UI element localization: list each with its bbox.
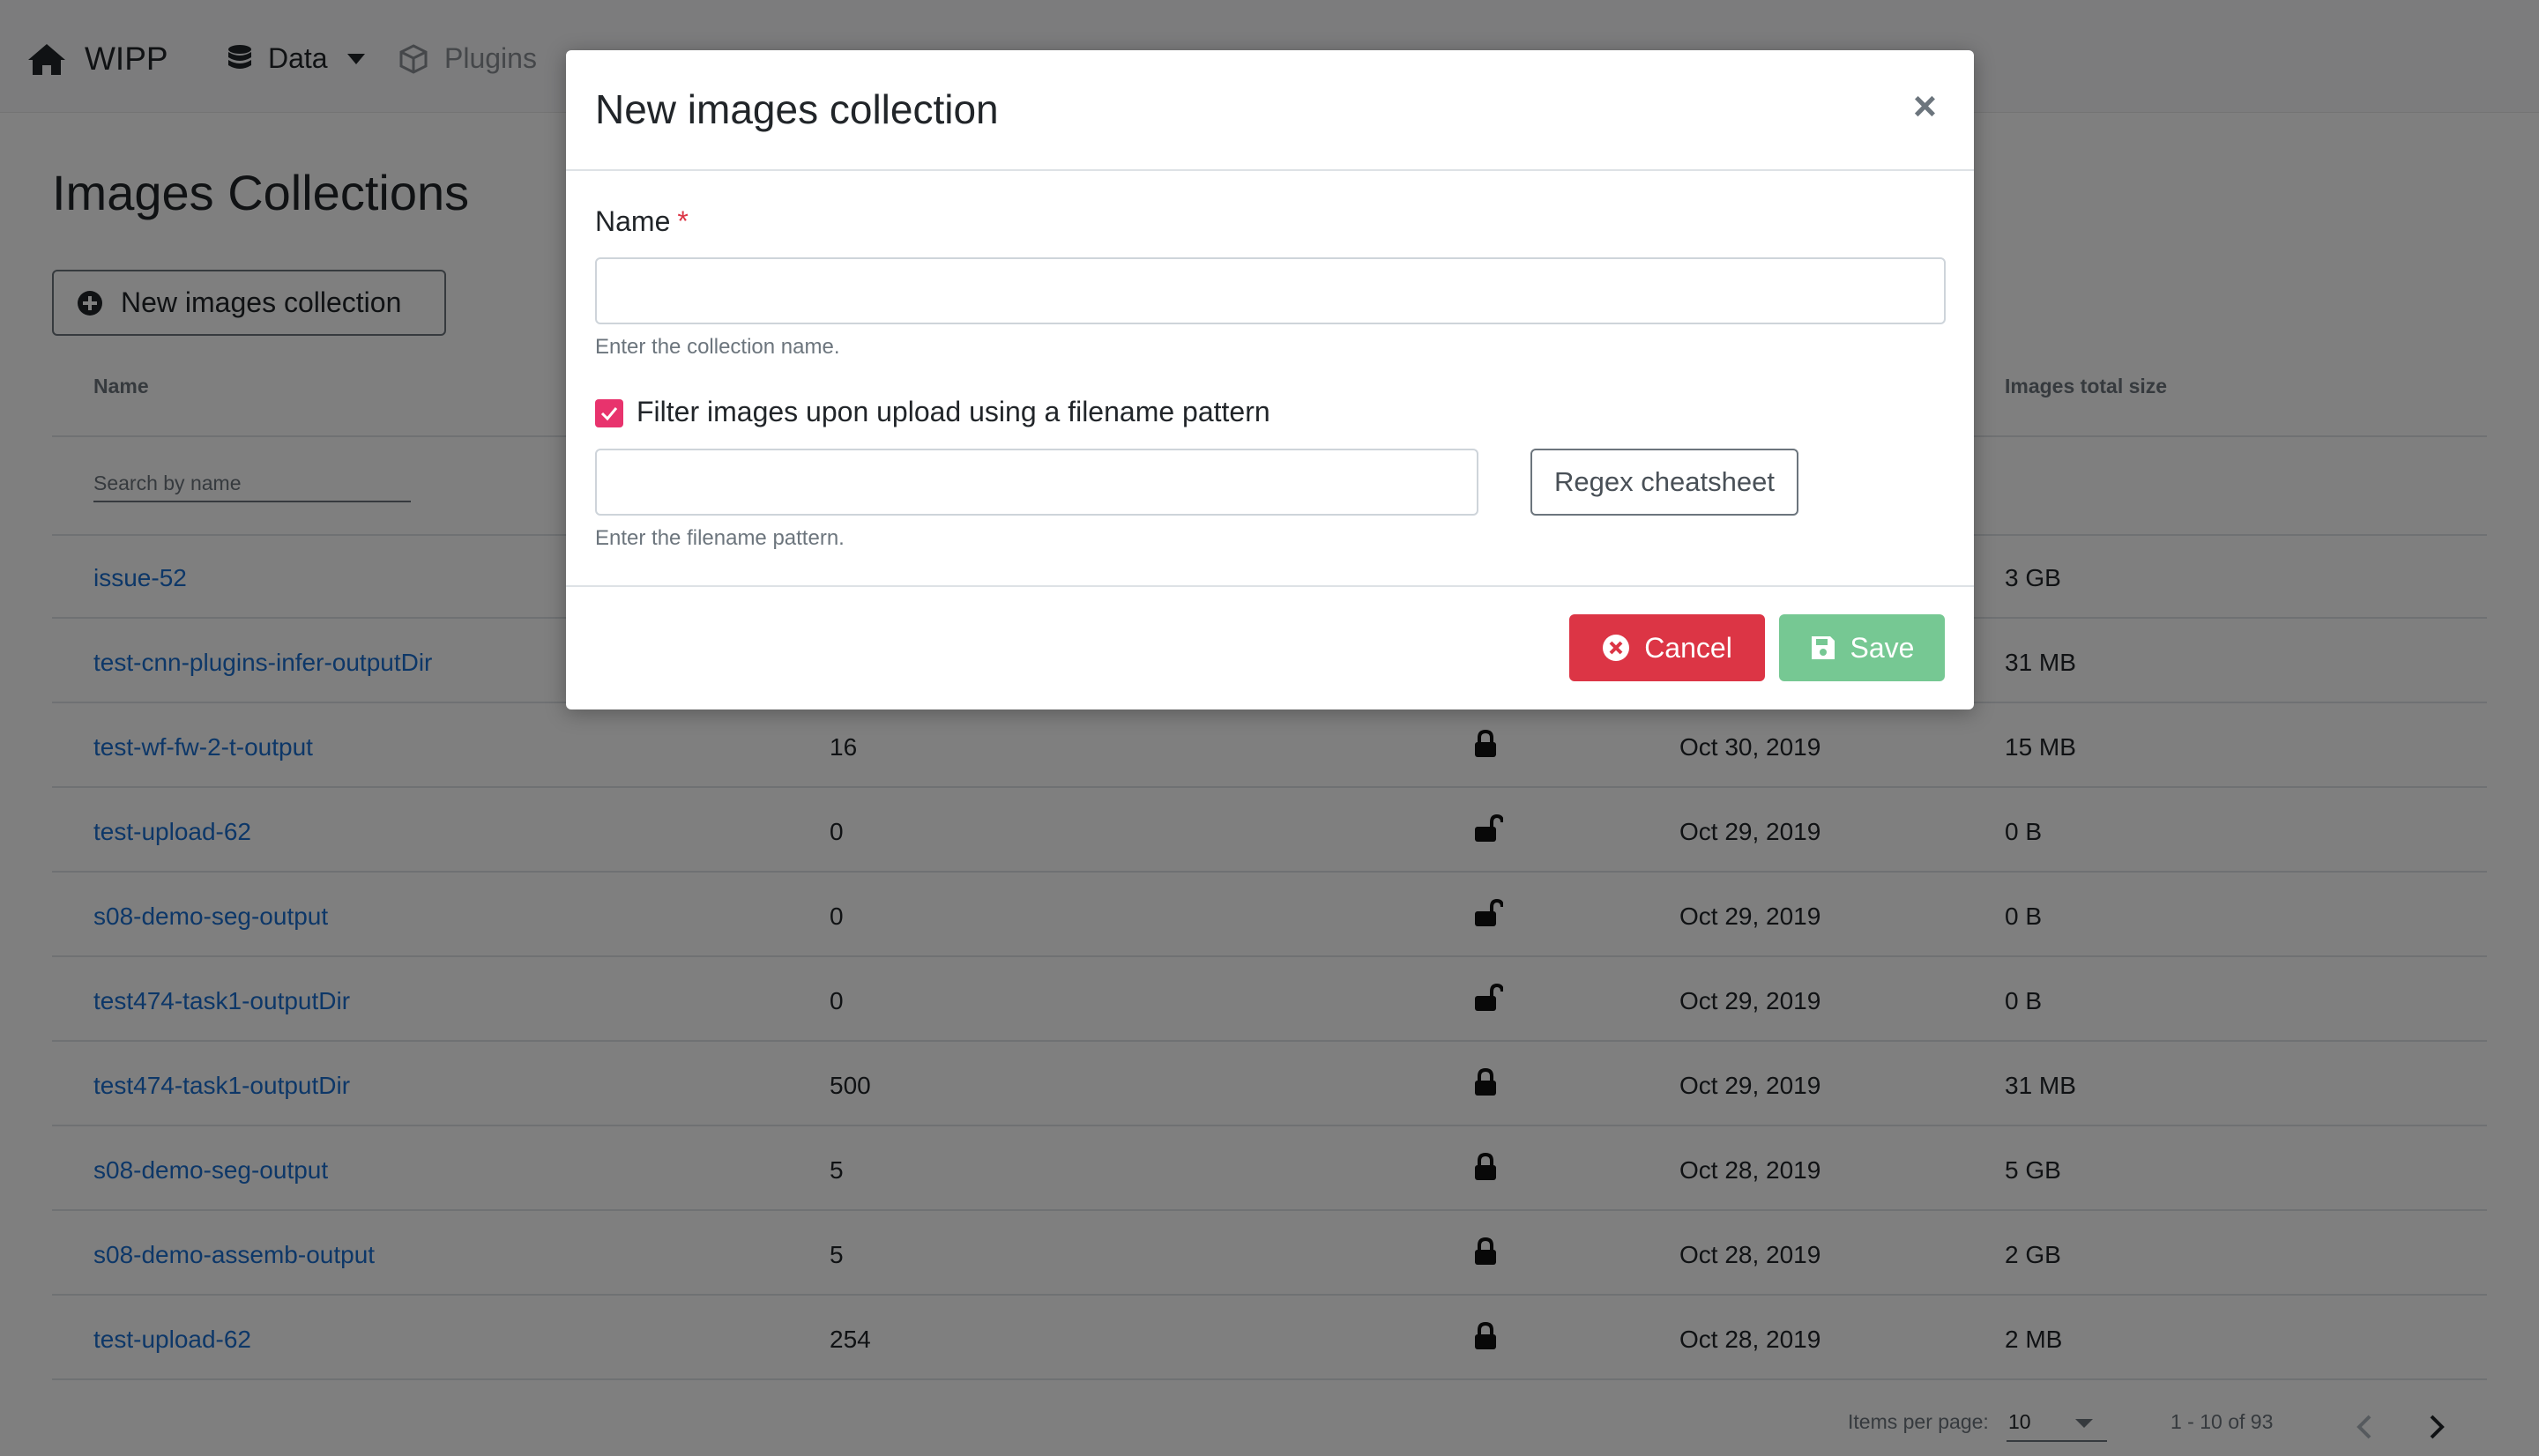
pattern-input[interactable] [595, 449, 1478, 516]
name-help-text: Enter the collection name. [595, 335, 840, 359]
name-label-text: Name [595, 205, 671, 237]
modal-header: New images collection × [566, 50, 1974, 171]
cancel-circle-icon [1603, 635, 1630, 661]
pattern-help-text: Enter the filename pattern. [595, 526, 845, 550]
checkmark-icon [600, 407, 618, 421]
save-label: Save [1850, 631, 1915, 664]
close-button[interactable]: × [1913, 85, 1937, 126]
filter-checkbox[interactable] [595, 399, 623, 427]
modal-title: New images collection [595, 86, 999, 132]
cancel-button[interactable]: Cancel [1569, 614, 1765, 681]
regex-cheatsheet-button[interactable]: Regex cheatsheet [1530, 449, 1798, 516]
filter-checkbox-label[interactable]: Filter images upon upload using a filena… [637, 396, 1270, 428]
new-collection-modal: New images collection × Name * Enter the … [566, 50, 1974, 709]
save-button[interactable]: Save [1779, 614, 1945, 681]
cancel-label: Cancel [1644, 631, 1732, 664]
required-marker: * [677, 205, 689, 237]
name-input[interactable] [595, 257, 1946, 324]
name-label: Name * [595, 205, 689, 238]
floppy-disk-icon [1811, 636, 1835, 659]
